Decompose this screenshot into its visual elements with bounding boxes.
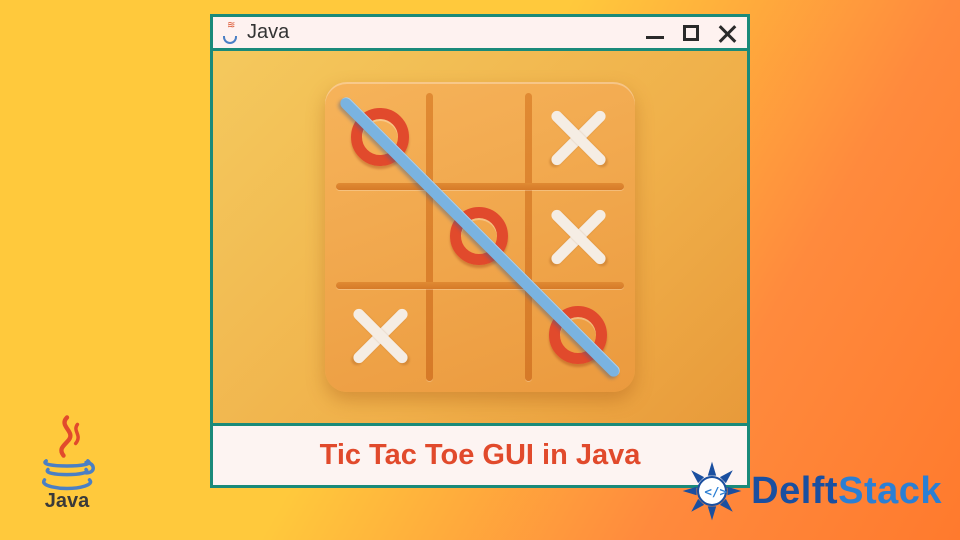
java-logo: Java	[24, 414, 110, 524]
board-cell[interactable]	[435, 291, 523, 379]
x-mark-icon	[547, 205, 609, 267]
x-mark-icon	[349, 304, 411, 366]
x-mark-icon	[547, 106, 609, 168]
game-canvas	[213, 51, 747, 423]
caption-bar: Tic Tac Toe GUI in Java	[213, 423, 747, 485]
svg-text:</>: </>	[704, 484, 727, 499]
tictactoe-board	[325, 82, 635, 392]
grid-line	[525, 93, 532, 381]
board-cell[interactable]	[336, 192, 424, 280]
title-bar: ≋ Java	[213, 17, 747, 51]
java-cup-icon	[30, 414, 104, 492]
board-cell[interactable]	[435, 93, 523, 181]
delftstack-emblem-icon: </>	[677, 456, 747, 526]
close-button[interactable]	[715, 21, 739, 45]
delftstack-logo: </> DelftStack	[677, 456, 942, 526]
title-left: ≋ Java	[221, 21, 289, 44]
brand-part1: Delft	[751, 470, 838, 513]
grid-line	[426, 93, 433, 381]
grid-line	[336, 282, 624, 289]
board-cell[interactable]	[534, 93, 622, 181]
java-icon: ≋	[221, 22, 241, 44]
window-title: Java	[247, 21, 289, 44]
board-cell[interactable]	[534, 192, 622, 280]
caption-text: Tic Tac Toe GUI in Java	[320, 439, 641, 472]
brand-part2: Stack	[838, 470, 942, 513]
maximize-button[interactable]	[679, 21, 703, 45]
minimize-button[interactable]	[643, 21, 667, 45]
application-window: ≋ Java Tic Tac Toe GUI	[210, 14, 750, 488]
board-cell[interactable]	[336, 291, 424, 379]
grid-line	[336, 183, 624, 190]
java-logo-label: Java	[45, 490, 90, 513]
window-controls	[643, 21, 739, 45]
delftstack-wordmark: DelftStack	[751, 470, 942, 513]
